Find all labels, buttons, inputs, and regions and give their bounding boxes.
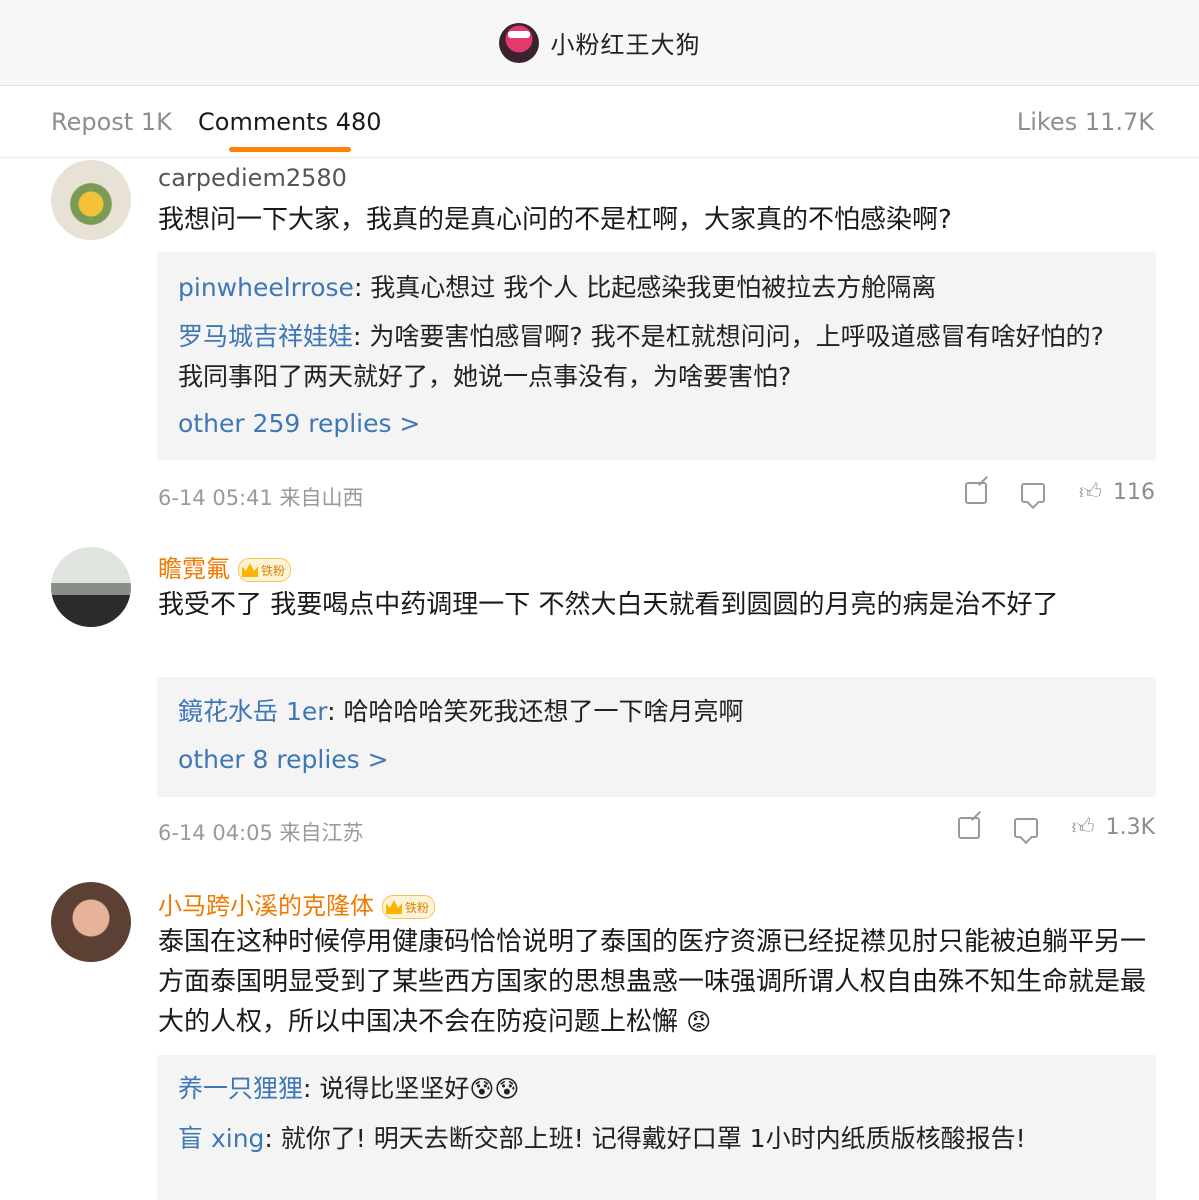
avatar[interactable] — [51, 160, 131, 240]
more-replies-link[interactable]: other 8 replies > — [178, 739, 1135, 781]
reply-box[interactable]: pinwheelrrose: 我真心想过 我个人 比起感染我更怕被拉去方舱隔离 … — [157, 252, 1156, 460]
reply-item: 养一只狸狸: 说得比坚坚好😰😰 — [178, 1068, 1135, 1110]
like-button[interactable]: 👍︎ 1.3K — [1072, 815, 1155, 840]
badge-label: 铁粉 — [261, 563, 286, 578]
tab-bar: Repost 1K Comments 480 Likes 11.7K — [0, 86, 1199, 158]
reply-item: 罗马城吉祥娃娃: 为啥要害怕感冒啊? 我不是杠就想问问，上呼吸道感冒有啥好怕的?… — [178, 317, 1135, 397]
thumbs-up-icon: 👍︎ — [1071, 814, 1095, 840]
reply-icon[interactable] — [1021, 482, 1045, 503]
reply-box[interactable]: 鏡花水岳 1er: 哈哈哈哈笑死我还想了一下啥月亮啊 other 8 repli… — [157, 677, 1156, 797]
scared-emoji-icon: 😰😰 — [469, 1075, 520, 1103]
account-header[interactable]: 小粉红王大狗 — [498, 22, 701, 63]
angry-emoji-icon: 😡 — [686, 1008, 712, 1036]
like-count: 1.3K — [1105, 815, 1155, 840]
comment-meta: 6-14 05:41 来自山西 — [158, 486, 364, 510]
comment-username[interactable]: 小马跨小溪的克隆体 铁粉 — [158, 886, 436, 921]
like-count: 116 — [1113, 480, 1155, 505]
pink-dog-avatar-icon — [498, 22, 539, 63]
more-replies-link[interactable]: other 259 replies > — [178, 403, 1135, 445]
comment-text: 我想问一下大家，我真的是真心问的不是杠啊，大家真的不怕感染啊? — [158, 205, 952, 235]
reply-item: 鏡花水岳 1er: 哈哈哈哈笑死我还想了一下啥月亮啊 — [178, 691, 1135, 733]
reply-text: : 就你了! 明天去断交部上班! 记得戴好口罩 1小时内纸质版核酸报告! — [264, 1124, 1026, 1153]
comment-text: 我受不了 我要喝点中药调理一下 不然大白天就看到圆圆的月亮的病是治不好了 — [158, 590, 1059, 620]
tab-comments[interactable]: Comments 480 — [198, 108, 382, 136]
badge-label: 铁粉 — [405, 900, 430, 915]
reply-username[interactable]: 养一只狸狸 — [178, 1074, 303, 1103]
reply-username[interactable]: 盲 xing — [178, 1124, 264, 1153]
share-icon[interactable] — [957, 816, 980, 839]
active-tab-indicator — [229, 147, 351, 152]
share-icon[interactable] — [965, 481, 987, 504]
reply-text: : 我真心想过 我个人 比起感染我更怕被拉去方舱隔离 — [353, 273, 937, 302]
fan-badge: 铁粉 — [382, 895, 436, 919]
reply-item: 盲 xing: 就你了! 明天去断交部上班! 记得戴好口罩 1小时内纸质版核酸报… — [178, 1118, 1135, 1160]
reply-icon[interactable] — [1013, 817, 1038, 838]
like-button[interactable]: 👍︎ 116 — [1079, 480, 1155, 505]
comment-text-body: 泰国在这种时候停用健康码恰恰说明了泰国的医疗资源已经捉襟见肘只能被迫躺平另一方面… — [158, 927, 1147, 1037]
crown-icon — [242, 563, 258, 577]
comment-meta: 6-14 04:05 来自江苏 — [158, 821, 364, 845]
reply-item: pinwheelrrose: 我真心想过 我个人 比起感染我更怕被拉去方舱隔离 — [178, 267, 1135, 309]
username-text: 小马跨小溪的克隆体 — [158, 892, 374, 920]
comment-username[interactable]: 瞻霓氟 铁粉 — [158, 549, 292, 584]
reply-username[interactable]: pinwheelrrose — [178, 273, 354, 302]
reply-username[interactable]: 罗马城吉祥娃娃 — [178, 322, 353, 351]
reply-text: : 说得比坚坚好 — [303, 1074, 470, 1103]
comment-actions: 👍︎ 1.3K — [957, 815, 1155, 840]
thumbs-up-icon: 👍︎ — [1079, 479, 1102, 505]
crown-icon — [386, 900, 402, 914]
comment-actions: 👍︎ 116 — [965, 480, 1155, 505]
fan-badge: 铁粉 — [238, 558, 292, 582]
reply-text: : 哈哈哈哈笑死我还想了一下啥月亮啊 — [327, 697, 744, 726]
account-name: 小粉红王大狗 — [550, 31, 701, 59]
username-text: 瞻霓氟 — [158, 555, 230, 583]
reply-box[interactable]: 养一只狸狸: 说得比坚坚好😰😰 盲 xing: 就你了! 明天去断交部上班! 记… — [157, 1055, 1156, 1200]
tab-repost[interactable]: Repost 1K — [51, 108, 172, 136]
tab-likes[interactable]: Likes 11.7K — [1017, 108, 1154, 136]
comment-username[interactable]: carpediem2580 — [158, 164, 347, 192]
top-bar: 小粉红王大狗 — [0, 0, 1199, 86]
comment-text: 泰国在这种时候停用健康码恰恰说明了泰国的医疗资源已经捉襟见肘只能被迫躺平另一方面… — [158, 922, 1148, 1042]
avatar[interactable] — [51, 547, 131, 627]
reply-username[interactable]: 鏡花水岳 1er — [178, 697, 327, 726]
avatar[interactable] — [51, 882, 131, 962]
